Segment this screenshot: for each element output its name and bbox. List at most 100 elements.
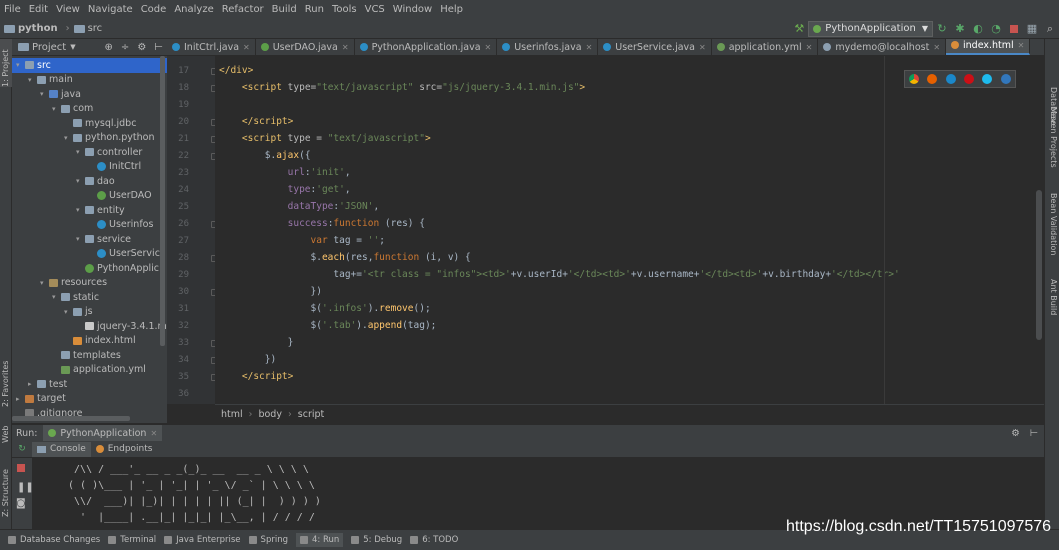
close-icon[interactable]: ✕ [933, 43, 940, 52]
tree-item[interactable]: ▾ static [12, 290, 167, 305]
web-tool-button[interactable]: Web [1, 426, 10, 443]
tree-item[interactable]: jquery-3.4.1.m [12, 319, 167, 334]
chrome-icon[interactable] [909, 74, 920, 84]
structure-tool-button[interactable]: Z: Structure [1, 469, 10, 517]
breadcrumb-item[interactable]: script [298, 409, 324, 420]
tree-item[interactable]: ▾ entity [12, 203, 167, 218]
bottom-tab-4-run[interactable]: 4: Run [295, 533, 344, 547]
bottom-tab-terminal[interactable]: Terminal [108, 535, 156, 545]
breadcrumb-item[interactable]: body [258, 409, 282, 420]
editor-tab[interactable]: PythonApplication.java ✕ [355, 39, 498, 55]
code-editor[interactable]: </div> <script type="text/javascript" sr… [215, 56, 1044, 404]
menu-item-run[interactable]: Run [301, 4, 328, 15]
ant-build-tool-button[interactable]: Ant Build [1049, 279, 1058, 315]
menu-item-build[interactable]: Build [268, 4, 301, 15]
tree-item[interactable]: ▾ java [12, 87, 167, 102]
camera-icon[interactable]: ◙ [16, 498, 26, 509]
close-icon[interactable]: ✕ [699, 43, 706, 52]
hide-icon[interactable]: ⊢ [1030, 428, 1038, 439]
menu-item-window[interactable]: Window [389, 4, 436, 15]
close-icon[interactable]: ✕ [342, 43, 349, 52]
collapse-icon[interactable]: ÷ [121, 42, 129, 53]
chevron-icon[interactable]: ▾ [76, 206, 85, 214]
menu-item-edit[interactable]: Edit [25, 4, 52, 15]
chevron-icon[interactable]: ▾ [40, 279, 49, 287]
chevron-icon[interactable]: ▸ [28, 380, 37, 388]
tree-item[interactable]: ▾ resources [12, 276, 167, 291]
editor-scrollbar[interactable] [1036, 190, 1042, 340]
project-panel-title[interactable]: Project [32, 42, 66, 53]
rerun-icon[interactable]: ↻ [935, 22, 949, 36]
bottom-tab-java-enterprise[interactable]: Java Enterprise [164, 535, 241, 545]
coverage-icon[interactable]: ◐ [971, 22, 985, 36]
chevron-icon[interactable]: ▾ [28, 76, 37, 84]
maven-tool-button[interactable]: Maven Projects [1049, 107, 1058, 168]
gear-icon[interactable]: ⚙ [1011, 428, 1020, 439]
close-icon[interactable]: ✕ [485, 43, 492, 52]
bottom-tab-5-debug[interactable]: 5: Debug [351, 535, 402, 545]
tree-item[interactable]: ▾ controller [12, 145, 167, 160]
project-structure-icon[interactable]: ▦ [1025, 22, 1039, 36]
project-tool-button[interactable]: 1: Project [1, 49, 10, 87]
build-hammer-icon[interactable]: ⚒ [792, 22, 806, 36]
nav-crumb-project[interactable]: python [4, 23, 58, 34]
tree-item[interactable]: InitCtrl [12, 160, 167, 175]
tree-item[interactable]: templates [12, 348, 167, 363]
menu-item-analyze[interactable]: Analyze [170, 4, 217, 15]
menu-item-navigate[interactable]: Navigate [84, 4, 137, 15]
menu-item-file[interactable]: File [0, 4, 25, 15]
tree-item[interactable]: UserServic [12, 247, 167, 262]
rerun-icon[interactable]: ↻ [12, 444, 32, 454]
chevron-icon[interactable]: ▾ [52, 293, 61, 301]
hide-icon[interactable]: ⊢ [154, 42, 163, 53]
tree-item[interactable]: ▾ src [12, 58, 167, 73]
project-hscrollbar[interactable] [12, 416, 130, 421]
menu-item-refactor[interactable]: Refactor [218, 4, 268, 15]
chevron-icon[interactable]: ▸ [16, 395, 25, 403]
internet-explorer-icon[interactable] [982, 74, 993, 84]
safari-icon[interactable] [945, 74, 956, 84]
endpoints-tab[interactable]: Endpoints [91, 442, 158, 457]
close-icon[interactable]: ✕ [243, 43, 250, 52]
bottom-tab-database-changes[interactable]: Database Changes [8, 535, 100, 545]
opera-icon[interactable] [964, 74, 975, 84]
close-icon[interactable]: ✕ [150, 429, 157, 438]
chevron-icon[interactable]: ▾ [16, 61, 25, 69]
gear-icon[interactable]: ⚙ [137, 42, 146, 53]
profile-icon[interactable]: ◔ [989, 22, 1003, 36]
tree-item[interactable]: ▸ test [12, 377, 167, 392]
breadcrumb-item[interactable]: html [221, 409, 243, 420]
menu-item-vcs[interactable]: VCS [361, 4, 389, 15]
chevron-icon[interactable]: ▾ [76, 148, 85, 156]
chevron-down-icon[interactable]: ▼ [70, 43, 75, 51]
close-icon[interactable]: ✕ [586, 43, 593, 52]
run-config-select[interactable]: PythonApplication ▼ [808, 20, 933, 37]
chevron-icon[interactable]: ▾ [64, 308, 73, 316]
chevron-icon[interactable]: ▾ [64, 134, 73, 142]
project-scrollbar[interactable] [160, 56, 165, 346]
editor-tab[interactable]: index.html ✕ [946, 39, 1031, 55]
favorites-tool-button[interactable]: 2: Favorites [1, 361, 10, 407]
nav-crumb-src[interactable]: › src [62, 23, 103, 34]
menu-item-help[interactable]: Help [436, 4, 467, 15]
tree-item[interactable]: ▾ dao [12, 174, 167, 189]
bottom-tab-6-todo[interactable]: 6: TODO [410, 535, 458, 545]
tree-item[interactable]: index.html [12, 334, 167, 349]
editor-tab[interactable]: mydemo@localhost ✕ [818, 39, 947, 55]
menu-item-code[interactable]: Code [137, 4, 171, 15]
tree-item[interactable]: PythonApplic [12, 261, 167, 276]
stop-icon[interactable] [1007, 22, 1021, 36]
editor-tab[interactable]: Userinfos.java ✕ [497, 39, 599, 55]
editor-tab[interactable]: UserService.java ✕ [598, 39, 712, 55]
search-everywhere-icon[interactable]: ⌕ [1043, 22, 1057, 36]
chevron-icon[interactable]: ▾ [76, 235, 85, 243]
close-icon[interactable]: ✕ [1018, 41, 1025, 50]
locate-icon[interactable]: ⊕ [105, 42, 113, 53]
edge-icon[interactable] [1000, 74, 1011, 84]
close-icon[interactable]: ✕ [806, 43, 813, 52]
tree-item[interactable]: Userinfos [12, 218, 167, 233]
editor-tab[interactable]: InitCtrl.java ✕ [167, 39, 256, 55]
console-tab[interactable]: Console [32, 441, 91, 457]
tree-item[interactable]: application.yml [12, 363, 167, 378]
editor-tab[interactable]: application.yml ✕ [712, 39, 819, 55]
